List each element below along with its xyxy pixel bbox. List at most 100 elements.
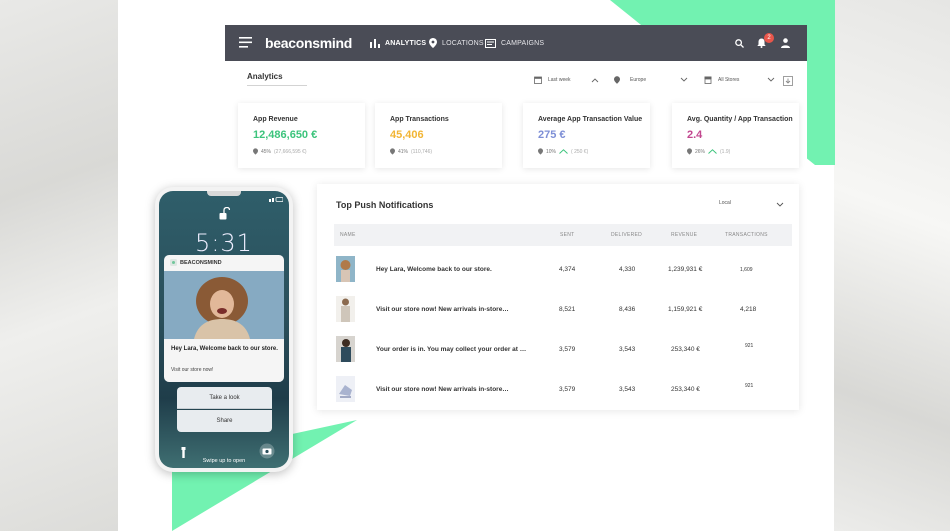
notification-app-name: BEACONSMIND <box>180 259 222 266</box>
top-navbar: beaconsmind ANALYTICS LOCATIONS CAMPAIGN… <box>225 25 807 61</box>
location-pin-icon <box>687 148 692 155</box>
trend-up-icon <box>559 149 568 154</box>
row-revenue: 253,340 € <box>671 346 700 353</box>
notification-app-header: BEACONSMIND <box>170 259 222 266</box>
kpi-sub: 26% (1.9) <box>687 148 730 155</box>
row-sent: 3,579 <box>559 346 576 353</box>
filter-period-label: Last week <box>548 77 571 83</box>
row-transactions: 921 <box>745 343 754 349</box>
background-right <box>834 0 950 531</box>
row-delivered: 4,330 <box>619 266 636 273</box>
kpi-percent: 10% <box>546 148 557 155</box>
row-transactions: 1,609 <box>740 267 753 273</box>
table-row[interactable]: Hey Lara, Welcome back to our store. 4,3… <box>334 249 792 289</box>
download-icon[interactable] <box>783 76 793 86</box>
row-delivered: 3,543 <box>619 386 636 393</box>
row-name: Visit our store now! New arrivals in-sto… <box>376 306 509 313</box>
kpi-sub: 10% ( 250 €) <box>538 148 588 155</box>
column-header-transactions[interactable]: TRANSACTIONS <box>725 232 768 238</box>
row-revenue: 1,159,921 € <box>668 306 703 313</box>
filter-stores[interactable]: All Stores <box>704 76 775 84</box>
flashlight-icon[interactable] <box>181 447 186 458</box>
filter-region[interactable]: Europe <box>614 76 688 84</box>
kpi-card-app-transactions[interactable]: App Transactions 45,406 41% (110,746) <box>375 103 502 168</box>
location-pin-icon <box>429 38 437 48</box>
notification-text: Visit our store now! <box>171 367 214 373</box>
notification-image <box>164 271 284 339</box>
kpi-title: App Revenue <box>253 116 298 123</box>
scope-select[interactable]: Local <box>719 200 731 206</box>
row-name: Visit our store now! New arrivals in-sto… <box>376 386 509 393</box>
share-button[interactable]: Share <box>177 410 272 432</box>
kpi-card-avg-quantity[interactable]: Avg. Quantity / App Transaction 2.4 26% … <box>672 103 799 168</box>
kpi-detail: (27,666,595 €) <box>274 148 307 155</box>
filter-region-label: Europe <box>630 77 647 83</box>
nav-item-locations[interactable]: LOCATIONS <box>429 25 484 61</box>
table-row[interactable]: Your order is in. You may collect your o… <box>334 329 792 369</box>
hamburger-menu-icon[interactable] <box>239 37 252 48</box>
kpi-title: Average App Transaction Value <box>538 116 643 123</box>
row-sent: 4,374 <box>559 266 576 273</box>
chevron-up-icon <box>591 78 598 83</box>
product-thumbnail <box>336 376 355 402</box>
product-thumbnail <box>336 256 355 282</box>
lock-screen-time: 5:31 <box>195 229 253 257</box>
kpi-percent: 26% <box>695 148 706 155</box>
row-name: Your order is in. You may collect your o… <box>376 346 527 353</box>
kpi-card-avg-transaction-value[interactable]: Average App Transaction Value 275 € 10% … <box>523 103 650 168</box>
table-row[interactable]: Visit our store now! New arrivals in-sto… <box>334 369 792 409</box>
nav-item-campaigns[interactable]: CAMPAIGNS <box>485 25 544 61</box>
column-header-name[interactable]: NAME <box>340 232 356 238</box>
row-delivered: 8,436 <box>619 306 636 313</box>
phone-mockup: 5:31 BEACONSMIND Hey Lara, Welcome back … <box>155 187 293 472</box>
store-icon <box>704 76 712 84</box>
user-icon[interactable] <box>781 38 790 48</box>
kpi-value: 45,406 <box>390 129 424 141</box>
chevron-down-icon[interactable] <box>776 202 784 208</box>
trend-up-icon <box>708 149 717 154</box>
breadcrumb-line <box>247 85 307 86</box>
column-header-revenue[interactable]: REVENUE <box>671 232 697 238</box>
kpi-detail: ( 250 €) <box>571 148 589 155</box>
unlock-icon <box>219 207 230 220</box>
table-row[interactable]: Visit our store now! New arrivals in-sto… <box>334 289 792 329</box>
row-transactions: 4,218 <box>740 306 757 313</box>
scope-select-label: Local <box>719 200 731 206</box>
location-pin-icon <box>253 148 258 155</box>
nav-label-locations: LOCATIONS <box>442 39 484 47</box>
kpi-percent: 45% <box>261 148 272 155</box>
kpi-card-app-revenue[interactable]: App Revenue 12,486,650 € 45% (27,666,595… <box>238 103 365 168</box>
notification-title: Hey Lara, Welcome back to our store. <box>171 346 278 352</box>
kpi-value: 12,486,650 € <box>253 129 318 141</box>
row-revenue: 1,239,931 € <box>668 266 703 273</box>
take-a-look-button[interactable]: Take a look <box>177 387 272 409</box>
phone-lock-screen: 5:31 BEACONSMIND Hey Lara, Welcome back … <box>159 191 289 468</box>
product-thumbnail <box>336 296 355 322</box>
top-push-notifications-panel: Top Push Notifications Local NAME SENT D… <box>317 184 799 410</box>
column-header-delivered[interactable]: DELIVERED <box>611 232 642 238</box>
chevron-down-icon <box>768 77 775 82</box>
kpi-sub: 45% (27,666,595 €) <box>253 148 307 155</box>
panel-title: Top Push Notifications <box>336 200 434 210</box>
row-transactions: 921 <box>745 383 754 389</box>
column-header-sent[interactable]: SENT <box>560 232 575 238</box>
filter-period[interactable]: Last week <box>534 76 599 84</box>
kpi-sub: 41% (110,746) <box>390 148 432 155</box>
camera-icon[interactable] <box>259 443 275 459</box>
filter-stores-label: All Stores <box>718 77 740 83</box>
app-icon <box>170 259 177 266</box>
notification-count-badge: 2 <box>764 33 774 43</box>
calendar-icon <box>534 76 542 84</box>
location-pin-icon <box>390 148 395 155</box>
nav-label-analytics: ANALYTICS <box>385 39 427 47</box>
brand-logo[interactable]: beaconsmind <box>265 35 352 51</box>
swipe-up-hint: Swipe up to open <box>202 458 246 464</box>
row-delivered: 3,543 <box>619 346 636 353</box>
push-notification-card[interactable]: BEACONSMIND Hey Lara, Welcome back to ou… <box>164 255 284 382</box>
search-icon[interactable] <box>735 39 744 48</box>
nav-item-analytics[interactable]: ANALYTICS <box>370 25 426 61</box>
kpi-percent: 41% <box>398 148 409 155</box>
kpi-detail: (1.9) <box>720 148 731 155</box>
location-pin-icon <box>538 148 543 155</box>
phone-notch <box>207 191 241 196</box>
